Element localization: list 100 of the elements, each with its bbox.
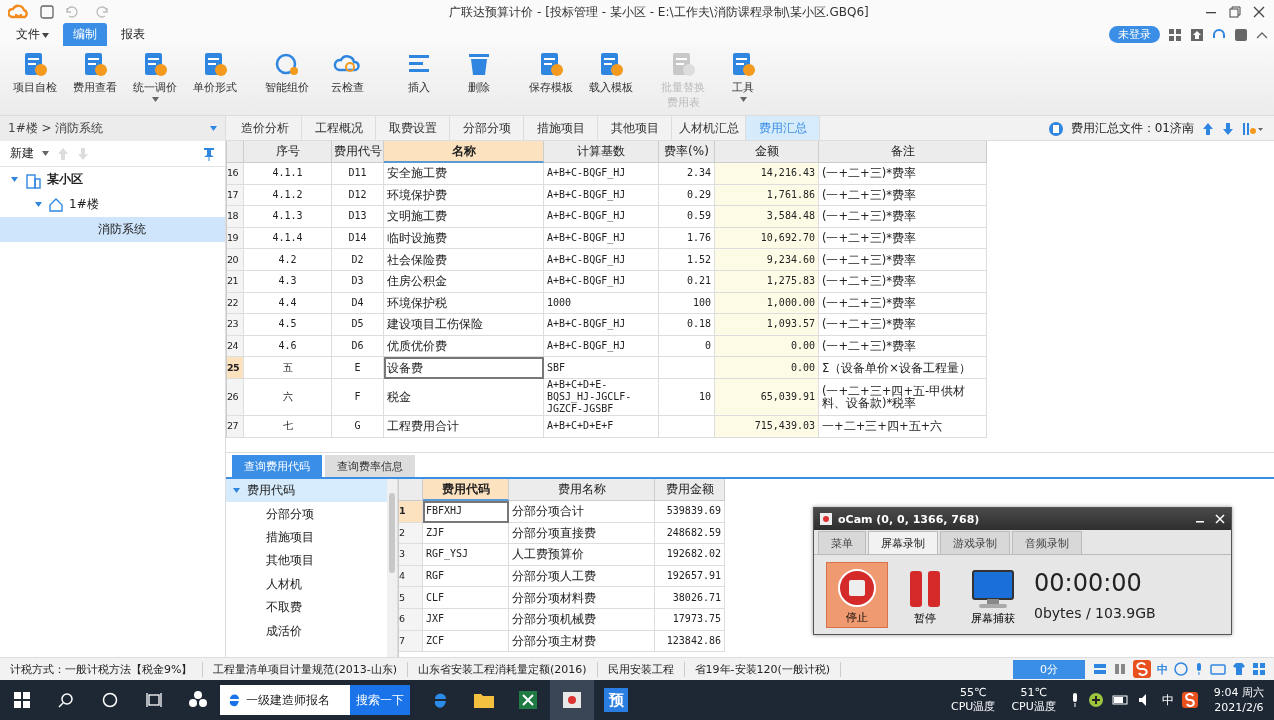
tree-item[interactable]: 消防系统 [0, 217, 225, 242]
row-number[interactable]: 19 [227, 227, 244, 250]
row-number[interactable]: 21 [227, 270, 244, 293]
recorder-button[interactable]: 暂停 [894, 561, 956, 628]
tree-item[interactable]: 某小区 [0, 167, 225, 192]
table-cell: D4 [332, 292, 384, 315]
plus-circle-icon[interactable] [1087, 692, 1104, 708]
search-icon[interactable] [58, 692, 74, 708]
circle-icon[interactable] [102, 692, 118, 708]
toolbar-button[interactable]: 费用查看 [66, 50, 124, 102]
recorder-app-icon[interactable] [562, 690, 582, 710]
toolbar-button[interactable]: 载入模板 [582, 50, 640, 95]
tree-item[interactable]: 措施项目 [226, 525, 387, 550]
toolbar-button[interactable]: 智能组价 [258, 50, 316, 95]
search-button[interactable]: 搜索一下 [350, 685, 410, 715]
ime-mode[interactable]: 中 [1161, 691, 1174, 709]
row-number[interactable]: 3 [399, 544, 423, 566]
restore-icon[interactable] [1228, 5, 1242, 19]
toolbar-button[interactable]: 云检查 [318, 50, 376, 95]
arrow-down-icon[interactable] [1222, 121, 1234, 136]
table-cell: 4.5 [244, 314, 332, 336]
battery-icon[interactable] [1111, 694, 1130, 706]
shirt-icon[interactable] [1232, 662, 1246, 676]
tab[interactable]: 菜单 [818, 531, 866, 554]
row-number[interactable]: 23 [227, 314, 244, 336]
column-header[interactable]: 费率(%) [659, 141, 715, 163]
menu-tab[interactable]: 文件 [6, 23, 59, 46]
row-number[interactable]: 6 [399, 608, 423, 631]
scrollbar[interactable] [387, 479, 397, 657]
row-number[interactable]: 5 [399, 587, 423, 609]
row-number[interactable]: 27 [227, 415, 244, 438]
row-number[interactable]: 22 [227, 292, 244, 315]
table-cell: D11 [332, 163, 384, 185]
recorder-button[interactable]: 屏幕捕获 [962, 561, 1024, 628]
new-menu[interactable]: 新建 [10, 145, 34, 162]
grid-icon[interactable] [1168, 27, 1182, 42]
fan-icon[interactable] [188, 690, 208, 710]
tree-item[interactable]: 分部分项 [226, 502, 387, 526]
row-number[interactable]: 4 [399, 565, 423, 588]
row-number[interactable]: 17 [227, 184, 244, 207]
tab[interactable]: 屏幕录制 [868, 531, 938, 554]
tree-item[interactable]: 不取费 [226, 595, 387, 620]
close-icon[interactable] [1252, 5, 1266, 19]
table-cell: D2 [332, 249, 384, 271]
tree-item[interactable]: 人材机 [226, 572, 387, 596]
arrow-up-icon[interactable] [1202, 121, 1214, 136]
row-number[interactable]: 7 [399, 630, 423, 653]
tree-item[interactable]: 1#楼 [0, 192, 225, 217]
table-cell: 环境保护税 [384, 292, 544, 315]
menu-tab[interactable]: 报表 [111, 23, 155, 46]
expand-arrow-icon[interactable] [10, 175, 19, 184]
column-header[interactable]: 序号 [244, 141, 332, 163]
toolbar-button[interactable]: 项目自检 [6, 50, 64, 102]
row-number[interactable]: 25 [227, 357, 244, 379]
column-header[interactable]: 费用名称 [509, 479, 655, 501]
tree-item[interactable]: 费用代码 [226, 479, 387, 503]
toolbar-button[interactable]: 工具 [714, 50, 772, 110]
settings-icon[interactable] [1242, 121, 1264, 136]
grid-icon[interactable] [1252, 662, 1266, 676]
columns-icon[interactable] [1113, 662, 1127, 676]
expand-arrow-icon[interactable] [232, 486, 241, 496]
table-cell: RGF [423, 565, 509, 588]
search-field[interactable]: 一级建造师报名 [220, 685, 350, 715]
folder-icon[interactable] [473, 691, 495, 709]
column-header[interactable]: 计算基数 [544, 141, 659, 163]
ime-logo-icon[interactable] [1181, 692, 1198, 708]
row-number[interactable]: 2 [399, 522, 423, 545]
spreadsheet-icon[interactable] [518, 690, 538, 710]
row-number[interactable]: 1 [399, 501, 423, 523]
column-header[interactable]: 费用代号 [332, 141, 384, 163]
task-view-icon[interactable] [146, 692, 162, 708]
save-icon[interactable] [40, 5, 54, 19]
row-number[interactable]: 16 [227, 163, 244, 185]
clock[interactable]: 9:04 周六 2021/2/6 [1203, 685, 1274, 715]
layout-icon[interactable] [1093, 662, 1107, 676]
tab[interactable]: 查询费率信息 [325, 455, 415, 477]
row-number[interactable]: 26 [227, 378, 244, 416]
toolbar-button[interactable]: 删除 [450, 50, 508, 95]
keyboard-icon[interactable] [1210, 663, 1226, 675]
toolbar-button[interactable]: 单价形式 [186, 50, 244, 102]
tab[interactable]: 游戏录制 [940, 531, 1010, 554]
row-number[interactable]: 18 [227, 206, 244, 228]
column-header[interactable]: 费用金额 [655, 479, 725, 501]
tab[interactable]: 音频录制 [1012, 531, 1082, 554]
toolbar-button[interactable]: 统一调价 [126, 50, 184, 102]
column-header[interactable]: 金额 [715, 141, 819, 163]
toolbar-button[interactable]: 保存模板 [522, 50, 580, 95]
column-header[interactable]: 名称 [384, 141, 544, 163]
column-header[interactable]: 备注 [819, 141, 987, 163]
tree-item[interactable]: 其他项目 [226, 549, 387, 573]
column-header[interactable]: 费用代码 [423, 479, 509, 501]
row-number[interactable]: 24 [227, 335, 244, 358]
recorder-button[interactable]: 停止 [826, 561, 888, 628]
pin-icon[interactable] [203, 146, 215, 161]
expand-arrow-icon[interactable] [34, 200, 43, 209]
app-button[interactable]: 预 [604, 688, 628, 712]
upload-icon[interactable] [1190, 27, 1204, 42]
tree-item[interactable]: 成活价 [226, 619, 387, 643]
toolbar-button[interactable]: 插入 [390, 50, 448, 95]
row-number[interactable]: 20 [227, 249, 244, 271]
